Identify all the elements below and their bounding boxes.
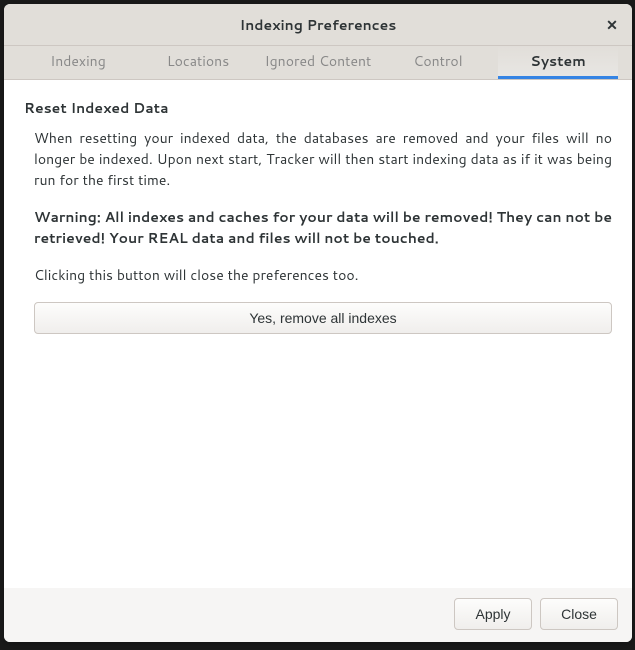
dialog-footer: Apply Close	[4, 588, 632, 642]
window-title: Indexing Preferences	[240, 15, 397, 35]
tab-ignored-content[interactable]: Ignored Content	[258, 46, 378, 79]
tab-control[interactable]: Control	[378, 46, 498, 79]
apply-button[interactable]: Apply	[454, 598, 532, 630]
tab-locations[interactable]: Locations	[138, 46, 258, 79]
note-text: Clicking this button will close the pref…	[34, 265, 612, 286]
remove-all-indexes-button[interactable]: Yes, remove all indexes	[34, 302, 612, 334]
close-icon[interactable]: ✕	[602, 15, 622, 35]
close-button[interactable]: Close	[540, 598, 618, 630]
preferences-window: Indexing Preferences ✕ Indexing Location…	[4, 4, 632, 642]
tab-system[interactable]: System	[498, 46, 618, 79]
tabs-bar: Indexing Locations Ignored Content Contr…	[4, 46, 632, 80]
description-text: When resetting your indexed data, the da…	[34, 128, 612, 191]
section-title: Reset Indexed Data	[24, 98, 612, 118]
section-body: When resetting your indexed data, the da…	[24, 128, 612, 334]
titlebar: Indexing Preferences ✕	[4, 4, 632, 46]
tab-content: Reset Indexed Data When resetting your i…	[4, 80, 632, 588]
tab-indexing[interactable]: Indexing	[18, 46, 138, 79]
warning-text: Warning: All indexes and caches for your…	[34, 207, 612, 249]
